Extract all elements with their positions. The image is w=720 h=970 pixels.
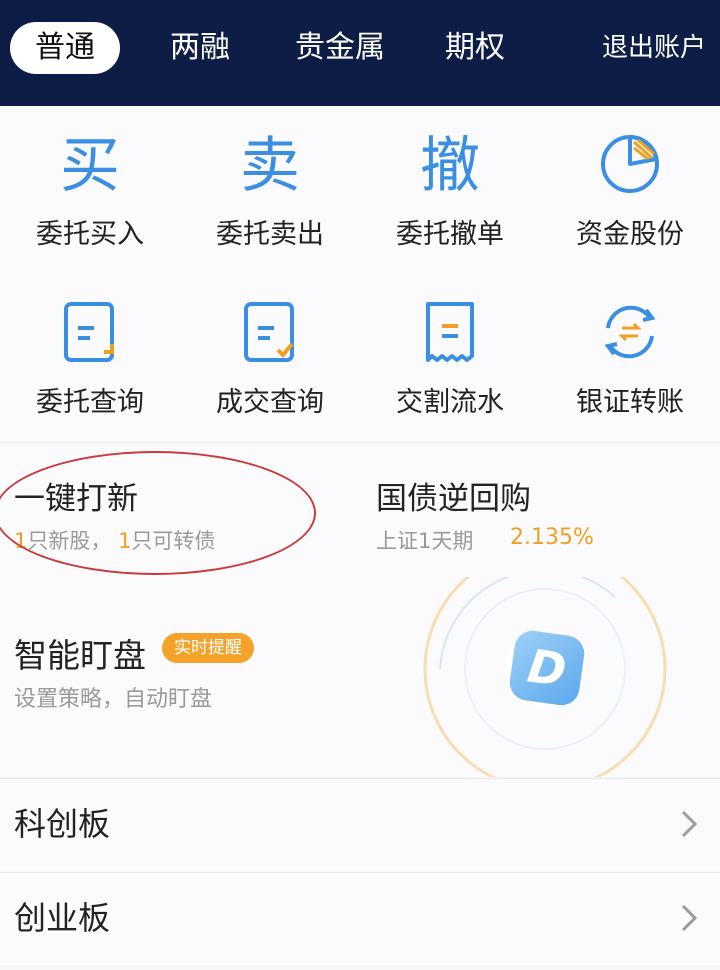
funds-holdings-button[interactable]: 资金股份 [540, 106, 720, 274]
funds-holdings-label: 资金股份 [576, 219, 684, 250]
receipt-icon [420, 300, 480, 370]
tab-normal[interactable]: 普通 [10, 22, 120, 74]
document-check-icon [240, 300, 300, 370]
trade-query-button[interactable]: 成交查询 [180, 274, 360, 442]
star-market-label: 科创板 [14, 805, 111, 843]
chinext-row[interactable]: 创业板 [0, 872, 720, 965]
tab-margin[interactable]: 两融 [150, 22, 250, 74]
new-stock-count: 1 [14, 529, 28, 553]
d-logo-letter: D [524, 638, 570, 698]
sell-order-button[interactable]: 卖 委托卖出 [180, 106, 360, 274]
new-stock-text: 只新股， [27, 529, 112, 553]
buy-icon: 买 [60, 131, 120, 201]
sell-order-label: 委托卖出 [216, 219, 324, 250]
star-market-row[interactable]: 科创板 [0, 778, 720, 871]
repo-title: 国债逆回购 [376, 481, 531, 517]
chevron-right-icon [680, 903, 698, 937]
logout-button[interactable]: 退出账户 [602, 22, 706, 74]
bank-transfer-label: 银证转账 [576, 387, 684, 418]
settlement-flow-label: 交割流水 [396, 387, 504, 418]
tab-precious-metal[interactable]: 贵金属 [280, 22, 400, 74]
buy-order-button[interactable]: 买 委托买入 [0, 106, 180, 274]
order-query-label: 委托查询 [36, 387, 144, 418]
reverse-repo-card[interactable]: 国债逆回购 上证1天期 2.135% [360, 443, 720, 577]
tab-options[interactable]: 期权 [430, 22, 520, 74]
chinext-label: 创业板 [14, 899, 111, 937]
document-order-icon [60, 300, 120, 370]
d-logo-icon: D [507, 628, 587, 708]
smart-watch-card[interactable]: 智能盯盘 实时提醒 设置策略，自动盯盘 D [0, 577, 720, 777]
chevron-right-icon [680, 809, 698, 843]
cancel-order-button[interactable]: 撤 委托撤单 [360, 106, 540, 274]
convertible-bond-count: 1 [118, 529, 132, 553]
convertible-bond-text: 只可转债 [131, 529, 216, 553]
top-nav: 普通 两融 贵金属 期权 退出账户 [0, 0, 720, 106]
cancel-icon: 撤 [420, 131, 480, 201]
promo-cards: 一键打新 1只新股， 1只可转债 国债逆回购 上证1天期 2.135% [0, 442, 720, 578]
buy-order-label: 委托买入 [36, 219, 144, 250]
transfer-exchange-icon [598, 300, 662, 368]
watch-subtitle: 设置策略，自动盯盘 [14, 687, 213, 712]
one-click-ipo-card[interactable]: 一键打新 1只新股， 1只可转债 [0, 443, 360, 577]
realtime-alert-badge: 实时提醒 [162, 633, 254, 663]
watch-title: 智能盯盘 [14, 636, 146, 675]
quick-action-grid: 买 委托买入 卖 委托卖出 撤 委托撤单 资金股份 委托查询 成交查询 交割流水… [0, 106, 720, 442]
settlement-flow-button[interactable]: 交割流水 [360, 274, 540, 442]
ipo-subtitle: 1只新股， 1只可转债 [14, 525, 215, 555]
trade-query-label: 成交查询 [216, 387, 324, 418]
pie-chart-icon [598, 132, 662, 200]
sell-icon: 卖 [240, 131, 300, 201]
bank-transfer-button[interactable]: 银证转账 [540, 274, 720, 442]
cancel-order-label: 委托撤单 [396, 219, 504, 250]
repo-subtitle: 上证1天期 [376, 529, 474, 553]
order-query-button[interactable]: 委托查询 [0, 274, 180, 442]
repo-rate: 2.135% [510, 525, 594, 550]
ipo-title: 一键打新 [14, 481, 138, 517]
